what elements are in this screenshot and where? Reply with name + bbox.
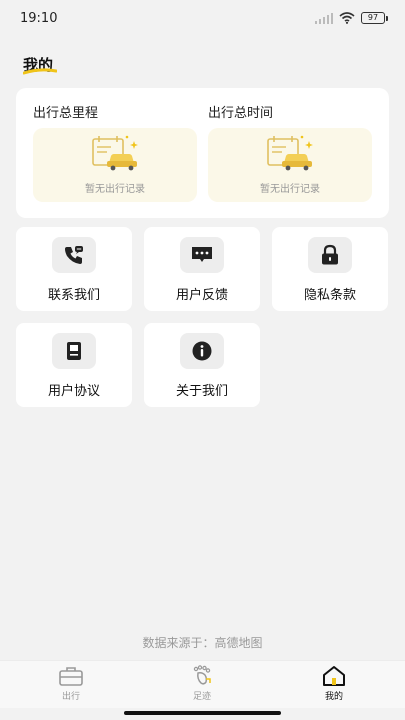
icon-box [52,333,96,369]
icon-box [180,333,224,369]
feedback-tile[interactable]: 用户反馈 [144,227,260,311]
status-icons: 97 [315,12,388,24]
footprint-icon [193,665,211,685]
stat-label: 出行总里程 [33,106,99,121]
tab-trips[interactable]: 出行 [31,665,111,707]
tab-label: 足迹 [192,692,211,702]
tab-footprints[interactable]: 足迹 [162,665,242,707]
tab-label: 出行 [61,692,80,702]
bottom-tab-bar: 出行 足迹 我的 [0,660,405,708]
calendar-car-icon [267,135,313,171]
title-underline-decoration [23,68,57,75]
home-icon [323,666,345,686]
document-icon [67,342,81,360]
battery-icon: 97 [361,12,388,24]
chat-bubble-icon [192,247,212,262]
contact-us-tile[interactable]: 联系我们 [16,227,132,311]
empty-state-text: 暂无出行记录 [260,184,320,195]
tile-label: 联系我们 [47,288,100,303]
total-distance-stat: 出行总里程 暂无出行记录 [33,102,197,202]
phone-icon [65,246,83,264]
icon-box [308,237,352,273]
empty-state-text: 暂无出行记录 [85,184,145,195]
tile-label: 关于我们 [175,384,228,399]
info-icon [192,341,212,361]
battery-level: 97 [367,13,379,22]
signal-icon [315,12,333,24]
lock-icon [322,244,338,265]
tile-label: 用户反馈 [175,288,228,303]
trip-stats-card: 出行总里程 暂无出行记录 出行总时间 暂无出行记录 [16,88,389,218]
about-us-tile[interactable]: 关于我们 [144,323,260,407]
calendar-car-icon [92,135,138,171]
stat-empty-state: 暂无出行记录 [33,128,197,202]
tile-label: 隐私条款 [303,288,356,303]
stat-empty-state: 暂无出行记录 [208,128,372,202]
briefcase-icon [59,667,83,686]
icon-box [180,237,224,273]
status-bar: 19:10 97 [0,0,405,36]
icon-box [52,237,96,273]
tab-label: 我的 [324,692,343,702]
stat-label: 出行总时间 [208,106,274,121]
tile-label: 用户协议 [47,384,100,399]
wifi-icon [339,12,355,24]
tab-mine[interactable]: 我的 [294,665,374,707]
data-source-text: 数据来源于：高德地图 [142,636,263,650]
status-time: 19:10 [20,10,58,26]
user-agreement-tile[interactable]: 用户协议 [16,323,132,407]
home-indicator [124,711,281,715]
total-time-stat: 出行总时间 暂无出行记录 [208,102,372,202]
privacy-policy-tile[interactable]: 隐私条款 [272,227,388,311]
